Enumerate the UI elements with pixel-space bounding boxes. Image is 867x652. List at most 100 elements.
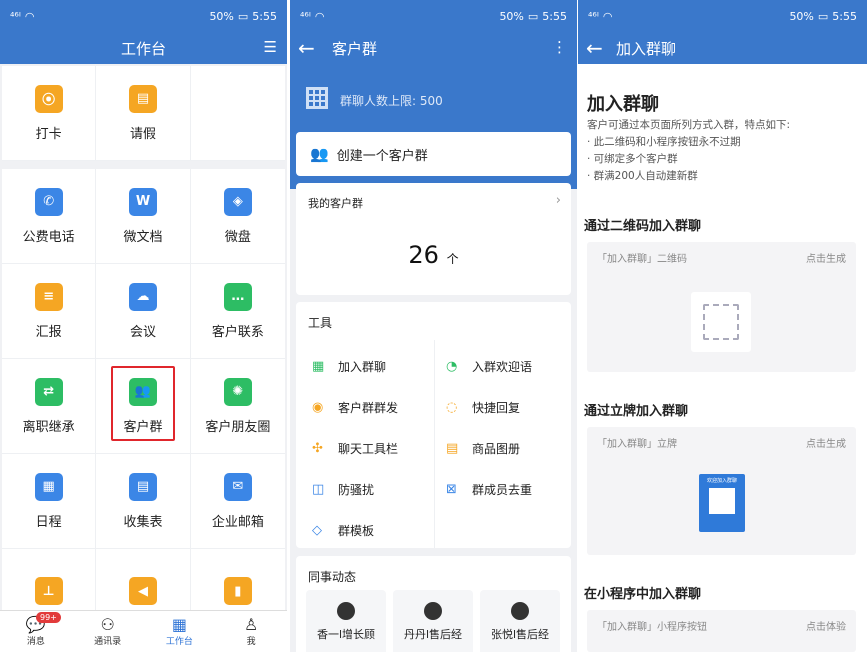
dedupe-icon: ⊠ [446, 482, 457, 497]
report-icon: ≡ [34, 282, 63, 311]
phone-icon: ✆ [34, 187, 63, 216]
generate-qr-link[interactable]: 点击生成 [806, 250, 846, 265]
wifi-icon: ◠ [602, 9, 613, 23]
app-moments[interactable]: ✺ 客户朋友圈 [190, 359, 285, 454]
add-group-icon: 👥 [310, 145, 329, 163]
tool-reply[interactable]: ◌ 快捷回复 [446, 399, 520, 416]
app-form[interactable]: ▤ 收集表 [96, 454, 191, 549]
back-arrow-icon[interactable]: ← [298, 36, 315, 60]
battery-icon: ▭ [237, 9, 249, 23]
feed-card[interactable]: 张悦l售后经 [480, 590, 560, 652]
app-bar: ← 客户群 ⋮ [290, 32, 577, 64]
status-bar: ⁴⁶ᴵ ◠ 50% ▭ 5:55 [0, 0, 287, 32]
catalog-icon: ▤ [446, 441, 459, 456]
app-mail[interactable]: ✉ 企业邮箱 [190, 454, 285, 549]
tool-qr[interactable]: ▦ 加入群聊 [312, 358, 386, 375]
wifi-icon: ◠ [314, 9, 325, 23]
empty-cell [190, 66, 285, 161]
battery-percent: 50% [499, 9, 524, 23]
highlight-box [111, 366, 175, 441]
section-qr-heading: 通过二维码加入群聊 [584, 219, 702, 234]
grid-icon [306, 87, 328, 109]
tool-broadcast[interactable]: ◉ 客户群群发 [312, 399, 398, 416]
settings-icon[interactable]: ☰ [264, 38, 277, 56]
tab-workbench[interactable]: ▦ 工作台 [144, 611, 216, 652]
status-bar: ⁴⁶ᴵ ◠ 50% ▭ 5:55 [578, 0, 867, 32]
signal-icon: ⁴⁶ᴵ [300, 9, 311, 23]
avatar [337, 602, 355, 620]
tab-messages[interactable]: 💬 消息 99+ [0, 611, 72, 652]
miniprogram-card[interactable]: 「加入群聊」小程序按钮 点击体验 [587, 610, 856, 652]
tool-shield[interactable]: ◫ 防骚扰 [312, 481, 374, 498]
app-drive[interactable]: ◈ 微盘 [190, 169, 285, 264]
clock: 5:55 [252, 9, 277, 23]
clock: 5:55 [542, 9, 567, 23]
more-vertical-icon[interactable]: ⋮ [552, 38, 567, 56]
app-bar: 工作台 ☰ [0, 32, 287, 64]
template-icon: ◇ [312, 523, 322, 538]
battery-percent: 50% [209, 9, 234, 23]
battery-percent: 50% [789, 9, 814, 23]
qr-code-card[interactable]: 「加入群聊」二维码 点击生成 [587, 242, 856, 372]
top-apps-grid: ⦿ 打卡 ▤ 请假 [2, 66, 285, 161]
feed-label: 同事动态 [308, 570, 357, 584]
app-bar: ← 加入群聊 [578, 32, 867, 64]
clock: 5:55 [832, 9, 857, 23]
page-title: 加入群聊 [616, 39, 677, 58]
avatar [424, 602, 442, 620]
generate-stand-link[interactable]: 点击生成 [806, 435, 846, 450]
toolbar-icon: ✣ [312, 441, 323, 456]
meeting-icon: ☁ [128, 282, 157, 311]
tools-card: 工具 ▦ 加入群聊 ◔ 入群欢迎语 ◉ 客户群群发 ◌ 快捷回复 ✣ 聊天工具栏 ▤ 商品图册 ◫ 防骚扰… [296, 302, 571, 548]
org-chart-icon: ⚇ [100, 615, 115, 634]
stand-card[interactable]: 「加入群聊」立牌 点击生成 欢迎加入群聊 [587, 427, 856, 555]
signal-icon: ⁴⁶ᴵ [10, 9, 21, 23]
section-stand-heading: 通过立牌加入群聊 [584, 404, 689, 419]
app-report[interactable]: ≡ 汇报 [2, 264, 97, 359]
tab-contacts[interactable]: ⚇ 通讯录 [72, 611, 144, 652]
feed-card[interactable]: 香一l增长顾 [306, 590, 386, 652]
section-miniprogram-heading: 在小程序中加入群聊 [584, 587, 702, 602]
megaphone-icon: ◀ [128, 577, 157, 605]
app-chat[interactable]: … 客户联系 [190, 264, 285, 359]
schedule-icon: ▦ [34, 472, 63, 501]
try-miniprogram-link[interactable]: 点击体验 [806, 618, 846, 633]
battery-icon: ▭ [817, 9, 829, 23]
feed-card[interactable]: 丹丹l售后经 [393, 590, 473, 652]
app-phone[interactable]: ✆ 公费电话 [2, 169, 97, 264]
tool-toolbar[interactable]: ✣ 聊天工具栏 [312, 440, 398, 457]
app-meeting[interactable]: ☁ 会议 [96, 264, 191, 359]
moments-icon: ✺ [223, 377, 252, 406]
my-groups-label: 我的客户群 [308, 197, 363, 210]
back-arrow-icon[interactable]: ← [586, 36, 603, 60]
description: 客户可通过本页面所列方式入群，特点如下: · 此二维码和小程序按钮永不过期 · … [587, 119, 791, 182]
avatar [511, 602, 529, 620]
app-clock-in[interactable]: ⦿ 打卡 [2, 66, 97, 161]
tool-catalog[interactable]: ▤ 商品图册 [446, 440, 520, 457]
app-transfer[interactable]: ⇄ 离职继承 [2, 359, 97, 454]
heading: 加入群聊 [587, 94, 659, 115]
reply-icon: ◌ [446, 400, 458, 415]
my-groups-card[interactable]: 我的客户群 › 26 个 [296, 183, 571, 295]
colleague-feed: 同事动态 香一l增长顾 丹丹l售后经 张悦l售后经 [296, 556, 571, 652]
create-group-button[interactable]: 👥 创建一个客户群 [296, 132, 571, 176]
calendar-icon: ▤ [128, 84, 157, 113]
qr-icon: ▦ [312, 359, 325, 374]
signal-icon: ⁴⁶ᴵ [588, 9, 599, 23]
page-title: 工作台 [120, 39, 166, 58]
stand-preview: 欢迎加入群聊 [699, 474, 745, 532]
person-icon: ♙ [243, 615, 259, 634]
join-group-screen: ⁴⁶ᴵ ◠ 50% ▭ 5:55 ← 加入群聊 加入群聊 客户可通过本页面所列方式入群… [578, 0, 867, 652]
drive-icon: ◈ [223, 187, 252, 216]
app-leave[interactable]: ▤ 请假 [96, 66, 191, 161]
battery-icon: ▭ [527, 9, 539, 23]
shield-icon: ◫ [312, 482, 325, 497]
broadcast-icon: ◉ [312, 400, 324, 415]
grid-icon: ▦ [171, 615, 187, 634]
tab-me[interactable]: ♙ 我 [215, 611, 287, 652]
tool-template[interactable]: ◇ 群模板 [312, 522, 374, 539]
tool-dedupe[interactable]: ⊠ 群成员去重 [446, 481, 532, 498]
app-schedule[interactable]: ▦ 日程 [2, 454, 97, 549]
tool-welcome[interactable]: ◔ 入群欢迎语 [446, 358, 532, 375]
app-doc-w[interactable]: W 微文档 [96, 169, 191, 264]
